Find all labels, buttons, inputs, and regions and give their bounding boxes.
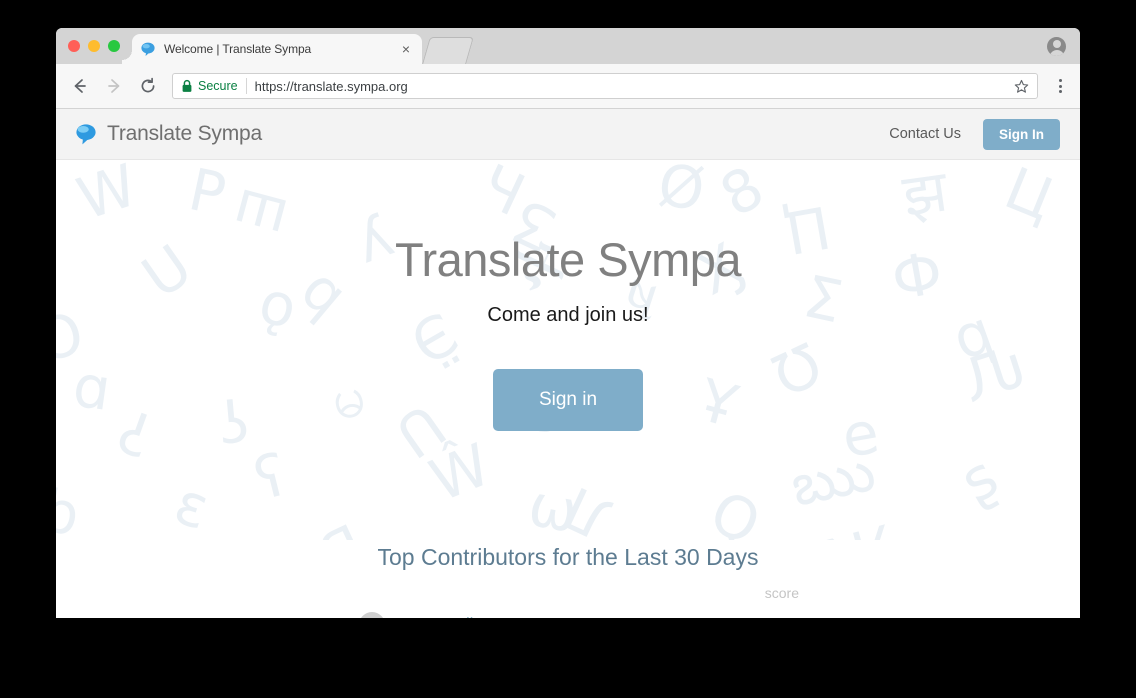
menu-dot xyxy=(1058,79,1062,82)
contributors-section: Top Contributors for the Last 30 Days sc… xyxy=(56,540,1080,618)
star-icon[interactable] xyxy=(1014,79,1029,94)
svg-text:Л: Л xyxy=(554,473,622,540)
url-text: https://translate.sympa.org xyxy=(254,78,408,94)
score-column-header: score xyxy=(764,585,799,601)
hero-content: Translate Sympa Come and join us! Sign i… xyxy=(56,160,1080,431)
svg-text:ʂ: ʂ xyxy=(949,442,1009,516)
svg-text:ω: ω xyxy=(524,471,584,540)
contributor-score: 227 xyxy=(778,617,803,619)
arrow-left-icon[interactable] xyxy=(66,72,94,100)
secure-label: Secure xyxy=(198,79,238,93)
address-bar[interactable]: Secure https://translate.sympa.org xyxy=(172,73,1038,99)
page-viewport: Translate Sympa Contact Us Sign In W P ш… xyxy=(56,109,1080,618)
svg-text:ఋ: ఋ xyxy=(785,436,881,520)
reload-icon[interactable] xyxy=(134,72,162,100)
svg-text:Ԛ: Ԛ xyxy=(700,477,771,540)
arrow-right-icon[interactable] xyxy=(100,72,128,100)
hero-subtitle: Come and join us! xyxy=(487,304,649,326)
table-row[interactable]: #1 IKEDA Soji 227 xyxy=(333,612,803,618)
svg-text:Ь: Ь xyxy=(309,509,374,540)
contributors-title: Top Contributors for the Last 30 Days xyxy=(377,544,759,570)
brand-name: Translate Sympa xyxy=(107,122,262,145)
speech-bubble-icon xyxy=(140,41,156,57)
browser-tab-active[interactable]: Welcome | Translate Sympa × xyxy=(122,34,422,64)
header-actions: Contact Us Sign In xyxy=(889,118,1060,150)
maximize-window-button[interactable] xyxy=(108,40,120,52)
svg-text:Ŵ: Ŵ xyxy=(420,430,499,515)
brand-link[interactable]: Translate Sympa xyxy=(74,122,262,146)
new-tab-button[interactable] xyxy=(422,37,474,64)
svg-text:ʕ: ʕ xyxy=(248,440,293,513)
svg-text:Ӂ: Ӂ xyxy=(822,510,900,540)
close-icon[interactable]: × xyxy=(398,42,414,56)
speech-bubble-icon xyxy=(74,122,98,146)
lock-icon xyxy=(181,79,193,93)
svg-text:ε: ε xyxy=(167,469,218,540)
menu-dot xyxy=(1058,90,1062,93)
contact-us-link[interactable]: Contact Us xyxy=(889,126,961,142)
contributor-name-link[interactable]: IKEDA Soji xyxy=(395,616,778,618)
svg-text:q: q xyxy=(56,484,84,540)
browser-tab-title: Welcome | Translate Sympa xyxy=(164,42,312,56)
browser-toolbar: Secure https://translate.sympa.org xyxy=(56,64,1080,109)
browser-tab-strip: Welcome | Translate Sympa × xyxy=(56,28,1080,64)
menu-dot xyxy=(1058,84,1062,88)
three-dot-menu-icon[interactable] xyxy=(1048,79,1072,93)
minimize-window-button[interactable] xyxy=(88,40,100,52)
hero-signin-button[interactable]: Sign in xyxy=(492,369,644,431)
hero-section: W P ш y Ч Ӡ Ø 8 Ц झ Ц Q U ǫ b Ӭ ℵ ષ Ӽ Σ … xyxy=(56,160,1080,540)
browser-window: Welcome | Translate Sympa × Secure https… xyxy=(56,28,1080,618)
contributor-rank: #1 xyxy=(333,617,359,618)
window-traffic-lights xyxy=(68,40,120,52)
omnibox-divider xyxy=(245,78,247,94)
avatar xyxy=(359,612,385,618)
header-signin-button[interactable]: Sign In xyxy=(983,118,1060,150)
profile-avatar-icon[interactable] xyxy=(1047,37,1066,56)
site-header: Translate Sympa Contact Us Sign In xyxy=(56,109,1080,160)
page-title: Translate Sympa xyxy=(394,233,742,286)
close-window-button[interactable] xyxy=(68,40,80,52)
